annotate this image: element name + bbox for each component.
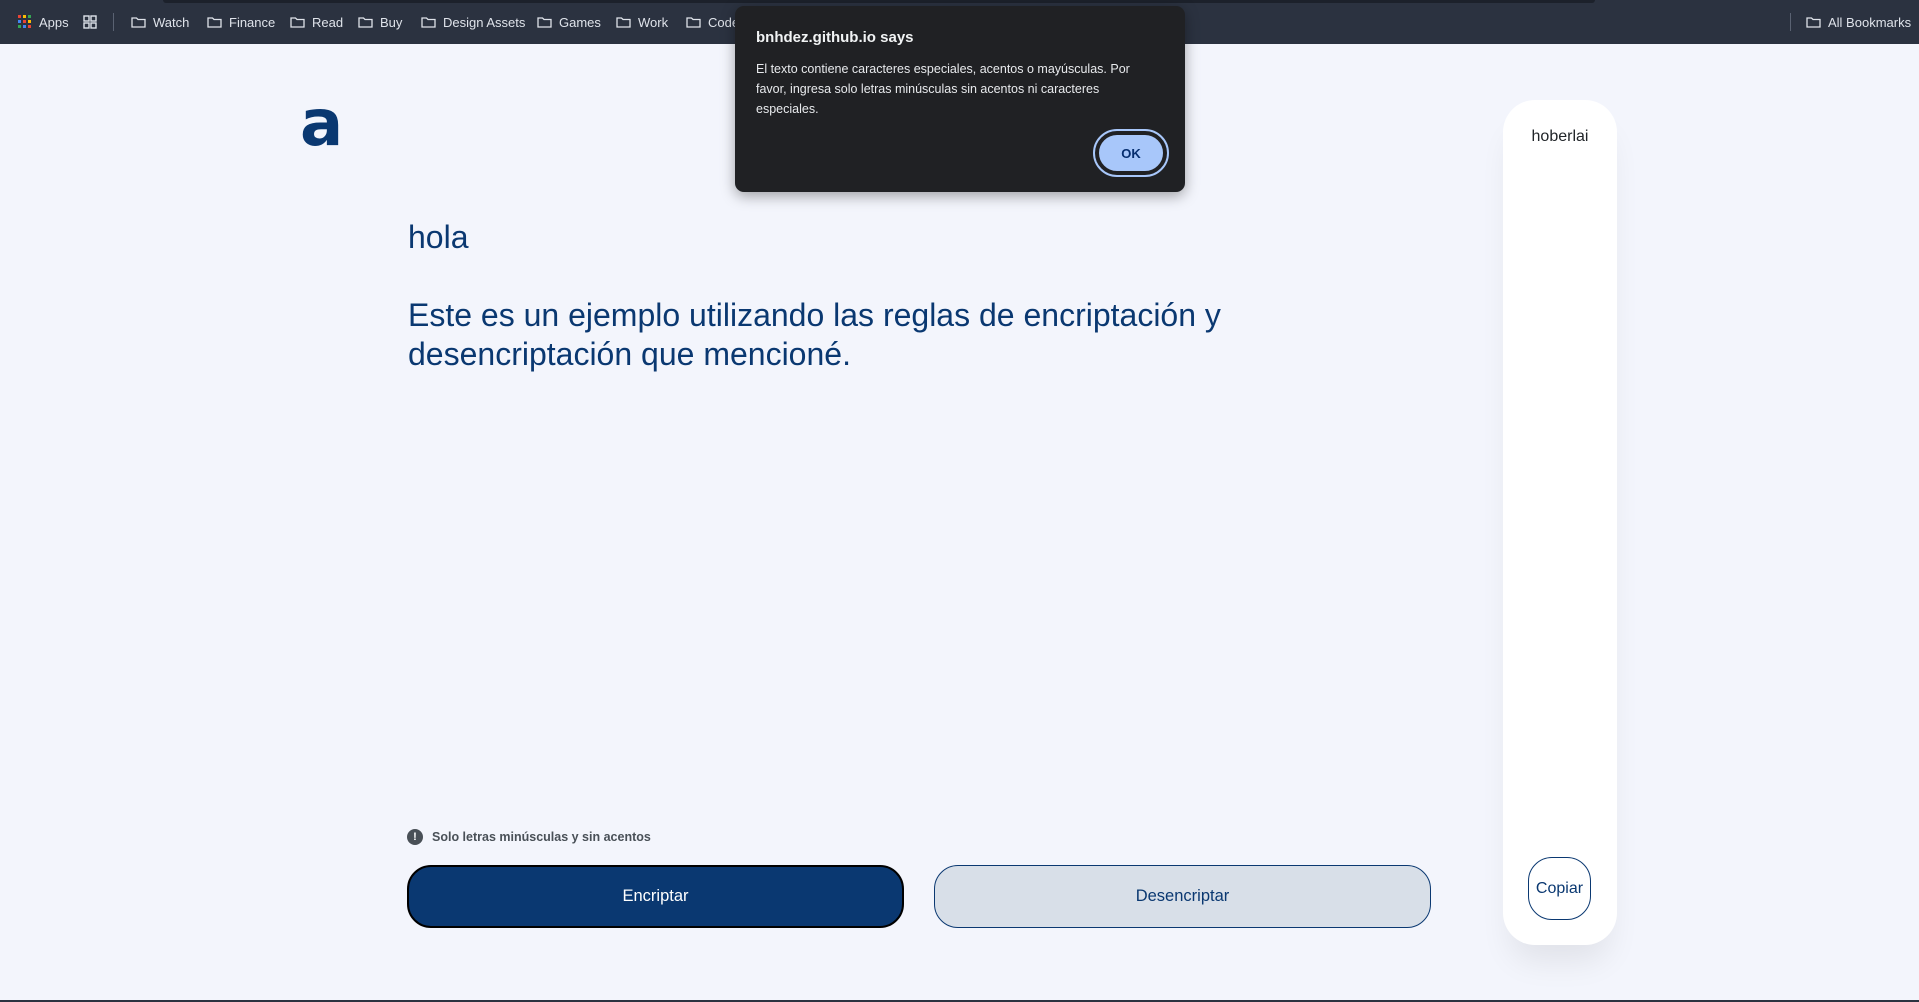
info-exclamation-icon: ! xyxy=(407,829,423,845)
bookmarks-separator xyxy=(1790,13,1791,31)
dialog-ok-button[interactable]: OK xyxy=(1093,129,1169,177)
logo: a xyxy=(300,87,344,161)
bookmark-label: Read xyxy=(312,14,344,30)
bookmark-folder-work[interactable]: Work xyxy=(616,0,668,44)
tab-groups-button[interactable] xyxy=(83,0,97,44)
output-panel: hoberlai Copiar xyxy=(1503,100,1617,945)
bookmark-folder-games[interactable]: Games xyxy=(537,0,601,44)
tab-groups-icon xyxy=(83,15,97,29)
dialog-message: El texto contiene caracteres especiales,… xyxy=(756,62,1130,116)
output-text: hoberlai xyxy=(1531,128,1589,145)
all-bookmarks-label: All Bookmarks xyxy=(1828,14,1912,30)
bookmark-folder-watch[interactable]: Watch xyxy=(131,0,189,44)
bookmark-folder-design-assets[interactable]: Design Assets xyxy=(421,0,525,44)
bookmark-apps-label: Apps xyxy=(39,14,69,30)
bookmark-apps[interactable]: Apps xyxy=(18,0,69,44)
bookmark-label: Watch xyxy=(153,14,190,30)
folder-icon xyxy=(537,17,552,28)
hint-text: Solo letras minúsculas y sin acentos xyxy=(432,830,651,844)
folder-icon xyxy=(358,17,373,28)
folder-icon xyxy=(1806,17,1821,28)
bookmark-label: Finance xyxy=(229,14,276,30)
folder-icon xyxy=(616,17,631,28)
text-input-area[interactable]: hola Este es un ejemplo utilizando las r… xyxy=(408,218,1308,374)
bookmark-label: Work xyxy=(638,14,669,30)
alert-dialog: bnhdez.github.io says El texto contiene … xyxy=(735,6,1185,192)
folder-icon xyxy=(686,17,701,28)
bookmark-folder-read[interactable]: Read xyxy=(290,0,343,44)
folder-icon xyxy=(421,17,436,28)
decrypt-button[interactable]: Desencriptar xyxy=(934,865,1431,928)
apps-grid-icon xyxy=(18,15,31,28)
encrypt-button[interactable]: Encriptar xyxy=(407,865,904,928)
copy-button[interactable]: Copiar xyxy=(1528,857,1591,920)
all-bookmarks-button[interactable]: All Bookmarks xyxy=(1806,0,1911,44)
bookmark-folder-buy[interactable]: Buy xyxy=(358,0,402,44)
hint-message: ! Solo letras minúsculas y sin acentos xyxy=(407,829,651,845)
bookmark-folder-code[interactable]: Code xyxy=(686,0,739,44)
bookmark-label: Buy xyxy=(380,14,403,30)
folder-icon xyxy=(131,17,146,28)
bookmarks-separator xyxy=(113,13,114,31)
folder-icon xyxy=(207,17,222,28)
folder-icon xyxy=(290,17,305,28)
bookmark-label: Design Assets xyxy=(443,14,526,30)
bookmark-folder-finance[interactable]: Finance xyxy=(207,0,275,44)
dialog-title: bnhdez.github.io says xyxy=(756,29,914,46)
bookmark-label: Games xyxy=(559,14,601,30)
